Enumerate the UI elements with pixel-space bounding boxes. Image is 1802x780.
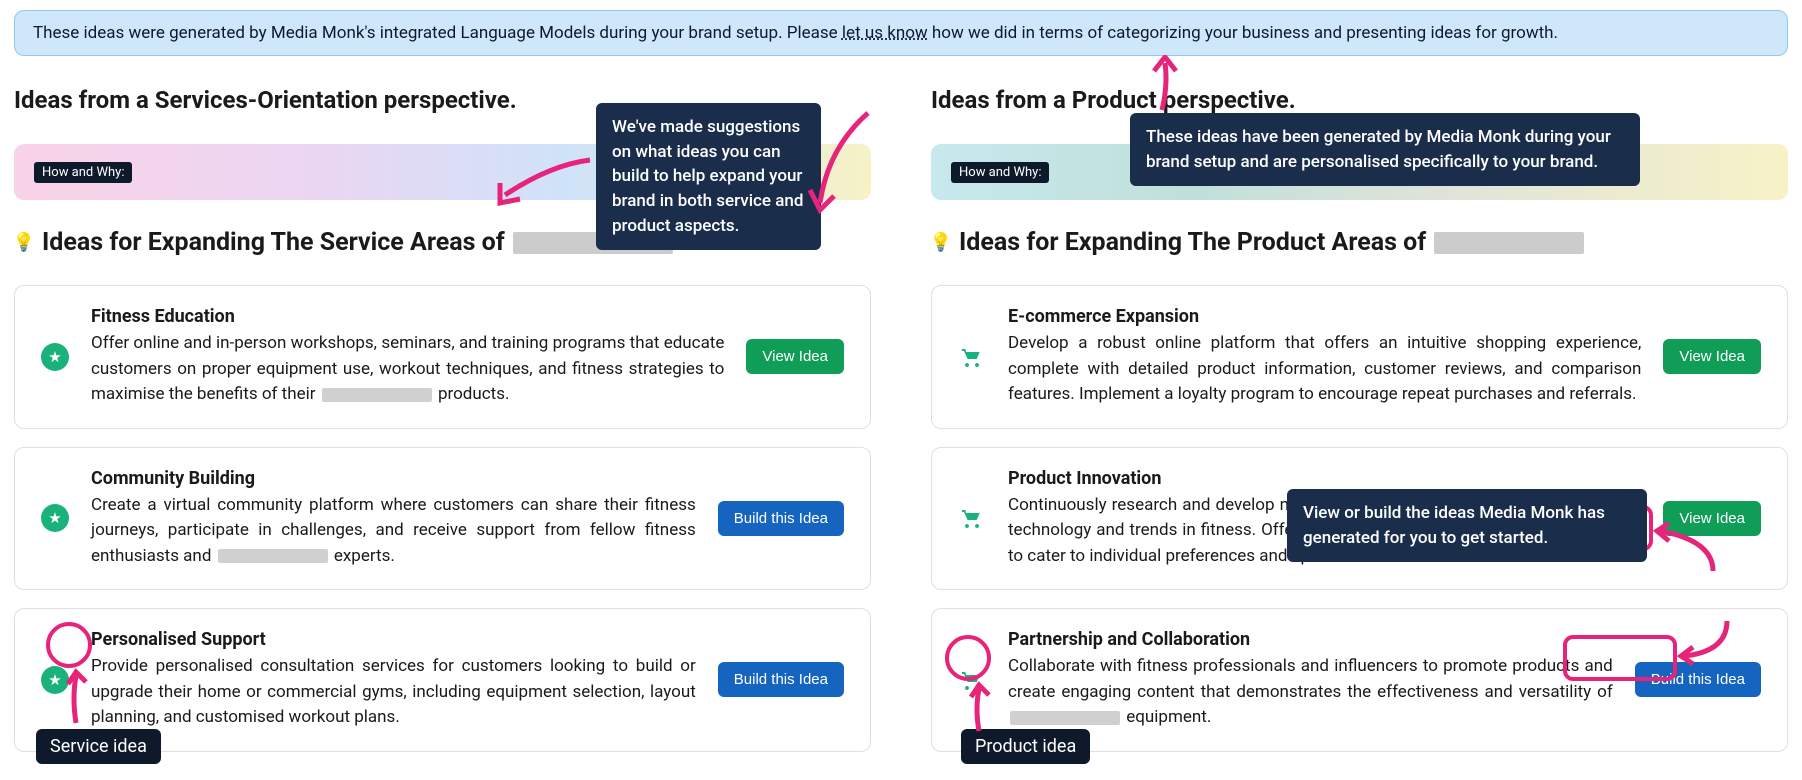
expand-product-title: 💡 Ideas for Expanding The Product Areas … [931, 228, 1788, 257]
product-column: Ideas from a Product perspective. How an… [931, 86, 1788, 770]
product-idea-badge: Product idea [961, 729, 1090, 764]
cart-icon [958, 666, 986, 694]
expand-services-text: Ideas for Expanding The Service Areas of [42, 228, 505, 257]
idea-title: Partnership and Collaboration [1008, 629, 1613, 650]
view-idea-button[interactable]: View Idea [1663, 339, 1761, 374]
banner-pre: These ideas were generated by Media Monk… [33, 23, 842, 43]
expand-product-text: Ideas for Expanding The Product Areas of [959, 228, 1426, 257]
howwhy-label: How and Why: [951, 162, 1049, 183]
product-perspective-title: Ideas from a Product perspective. [931, 86, 1788, 114]
service-idea-badge: Service idea [36, 729, 161, 764]
product-idea-card: E-commerce Expansion Develop a robust on… [931, 285, 1788, 429]
star-icon: ★ [41, 666, 69, 694]
idea-desc: Provide personalised consultation servic… [91, 654, 696, 731]
idea-desc: Create a virtual community platform wher… [91, 493, 696, 570]
idea-desc: Collaborate with fitness professionals a… [1008, 654, 1613, 731]
lightbulb-icon: 💡 [931, 233, 951, 253]
tooltip-viewbuild: View or build the ideas Media Monk has g… [1287, 489, 1647, 562]
idea-desc: Offer online and in-person workshops, se… [91, 331, 724, 408]
build-idea-button[interactable]: Build this Idea [718, 662, 844, 697]
lightbulb-icon: 💡 [14, 233, 34, 253]
star-icon: ★ [41, 343, 69, 371]
view-idea-button[interactable]: View Idea [1663, 501, 1761, 536]
info-banner: These ideas were generated by Media Monk… [14, 10, 1788, 56]
redacted-brand-inline [322, 388, 432, 402]
service-idea-card: ★ Fitness Education Offer online and in-… [14, 285, 871, 429]
build-idea-button[interactable]: Build this Idea [718, 501, 844, 536]
tooltip-generated: These ideas have been generated by Media… [1130, 113, 1640, 186]
idea-title: E-commerce Expansion [1008, 306, 1641, 327]
redacted-brand-inline [218, 549, 328, 563]
idea-desc: Develop a robust online platform that of… [1008, 331, 1641, 408]
cart-icon [958, 343, 986, 371]
cart-icon [958, 504, 986, 532]
let-us-know-link[interactable]: let us know [842, 23, 928, 43]
idea-title: Product Innovation [1008, 468, 1641, 489]
idea-title: Community Building [91, 468, 696, 489]
idea-title: Personalised Support [91, 629, 696, 650]
banner-post: how we did in terms of categorizing your… [928, 23, 1558, 43]
redacted-brand-inline [1010, 711, 1120, 725]
tooltip-suggestions: We've made suggestions on what ideas you… [596, 103, 821, 250]
build-idea-button[interactable]: Build this Idea [1635, 662, 1761, 697]
redacted-brand [1434, 232, 1584, 254]
service-idea-card: ★ Community Building Create a virtual co… [14, 447, 871, 591]
idea-title: Fitness Education [91, 306, 724, 327]
star-icon: ★ [41, 504, 69, 532]
howwhy-label: How and Why: [34, 162, 132, 183]
view-idea-button[interactable]: View Idea [746, 339, 844, 374]
